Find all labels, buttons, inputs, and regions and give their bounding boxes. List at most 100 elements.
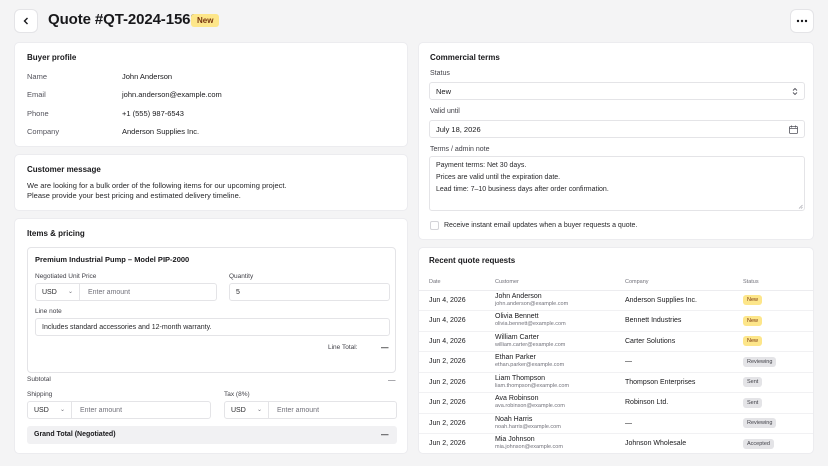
commercial-terms-title: Commercial terms: [430, 53, 500, 62]
terms-note-line: Payment terms: Net 30 days.: [436, 162, 527, 169]
column-header-customer: Customer: [485, 274, 615, 291]
customer-email: john.anderson@example.com: [495, 300, 569, 307]
table-row[interactable]: Jun 2, 2026 Liam Thompson liam.thompson@e…: [419, 372, 813, 393]
row-company: Bennett Industries: [615, 310, 733, 332]
customer-email: olivia.bennett@example.com: [495, 321, 566, 328]
status-badge: New: [743, 315, 763, 326]
more-horizontal-icon: [796, 19, 808, 23]
status-badge: Reviewing: [743, 418, 777, 429]
chevron-updown-icon: [792, 87, 798, 96]
grand-total-label: Grand Total (Negotiated): [34, 431, 116, 438]
customer-name: Liam Thompson: [495, 374, 546, 382]
tax-label: Tax (8%): [224, 391, 250, 398]
customer-message-title: Customer message: [27, 165, 101, 174]
row-status-cell: New: [733, 310, 813, 332]
subtotal-value: —: [388, 375, 396, 384]
recent-requests-card: Recent quote requests Date Customer Comp…: [418, 247, 814, 454]
terms-note-label: Terms / admin note: [430, 146, 490, 153]
row-status-cell: Accepted: [733, 433, 813, 453]
row-company: Anderson Supplies Inc.: [615, 290, 733, 311]
customer-name: John Anderson: [495, 292, 542, 300]
table-row[interactable]: Jun 2, 2026 Ava Robinson ava.robinson@exa…: [419, 392, 813, 414]
row-status-cell: New: [733, 290, 813, 311]
commercial-terms-card: Commercial terms Status New Valid until …: [418, 42, 814, 240]
customer-name: Ava Robinson: [495, 395, 539, 403]
grand-total-row: Grand Total (Negotiated) —: [27, 426, 397, 444]
row-company: Johnson Wholesale: [615, 433, 733, 453]
row-customer: Liam Thompson liam.thompson@example.com: [485, 372, 615, 393]
page-title: Quote #QT-2024-1568: [48, 11, 199, 28]
column-header-date: Date: [419, 274, 485, 291]
buyer-profile-title: Buyer profile: [27, 53, 77, 62]
buyer-email-value: john.anderson@example.com: [122, 90, 222, 99]
quantity-label: Quantity: [229, 273, 254, 280]
status-badge: New: [743, 336, 763, 347]
valid-until-input[interactable]: July 18, 2026: [429, 120, 805, 138]
status-badge: Sent: [743, 377, 763, 388]
back-button[interactable]: [14, 9, 38, 33]
row-customer: William Carter william.carter@example.com: [485, 331, 615, 352]
status-badge: New: [191, 14, 220, 27]
row-customer: Noah Harris noah.harris@example.com: [485, 413, 615, 434]
quantity-input[interactable]: 5: [229, 283, 390, 301]
shipping-currency-select[interactable]: USD ⌄: [28, 402, 72, 418]
status-badge: Sent: [743, 397, 763, 408]
terms-note-textarea[interactable]: Payment terms: Net 30 days. Prices are v…: [429, 156, 805, 211]
table-row[interactable]: Jun 2, 2026 Noah Harris noah.harris@examp…: [419, 413, 813, 434]
chevron-down-icon: ⌄: [59, 407, 65, 413]
row-date: Jun 2, 2026: [419, 351, 485, 373]
quantity-value: 5: [236, 289, 240, 296]
status-select[interactable]: New: [429, 82, 805, 100]
row-customer: John Anderson john.anderson@example.com: [485, 290, 615, 311]
row-status-cell: Sent: [733, 392, 813, 414]
customer-name: Olivia Bennett: [495, 313, 539, 321]
terms-note-line: Prices are valid until the expiration da…: [436, 174, 561, 181]
tax-currency-select[interactable]: USD ⌄: [225, 402, 269, 418]
customer-name: William Carter: [495, 333, 539, 341]
table-row[interactable]: Jun 4, 2026 William Carter william.carter…: [419, 331, 813, 352]
recent-requests-title: Recent quote requests: [429, 256, 516, 265]
row-company: Robinson Ltd.: [615, 392, 733, 414]
row-company: —: [615, 413, 733, 434]
row-date: Jun 4, 2026: [419, 290, 485, 311]
table-row[interactable]: Jun 2, 2026 Ethan Parker ethan.parker@exa…: [419, 351, 813, 373]
row-company: Carter Solutions: [615, 331, 733, 352]
table-row[interactable]: Jun 4, 2026 Olivia Bennett olivia.bennett…: [419, 310, 813, 332]
line-note-input[interactable]: Includes standard accessories and 12-mon…: [35, 318, 390, 336]
status-badge: Reviewing: [743, 356, 777, 367]
buyer-name-label: Name: [27, 72, 48, 81]
row-date: Jun 2, 2026: [419, 392, 485, 414]
tax-input[interactable]: USD ⌄ Enter amount: [224, 401, 397, 419]
customer-email: liam.thompson@example.com: [495, 382, 570, 389]
shipping-input[interactable]: USD ⌄ Enter amount: [27, 401, 211, 419]
product-name: Premium Industrial Pump – Model PIP-2000: [35, 255, 190, 264]
customer-name: Mia Johnson: [495, 436, 535, 444]
currency-value: USD: [42, 288, 57, 296]
buyer-name-value: John Anderson: [122, 72, 173, 81]
status-badge: Accepted: [743, 438, 774, 449]
resize-handle-icon[interactable]: [798, 204, 803, 209]
unit-price-currency-select[interactable]: USD ⌄: [36, 284, 80, 300]
line-note-label: Line note: [35, 308, 62, 315]
customer-message-line-1: We are looking for a bulk order of the f…: [27, 181, 287, 190]
terms-note-line: Lead time: 7–10 business days after orde…: [436, 186, 609, 193]
table-row[interactable]: Jun 2, 2026 Mia Johnson mia.johnson@examp…: [419, 433, 813, 453]
line-total-label: Line Total:: [328, 344, 358, 351]
row-status-cell: New: [733, 331, 813, 352]
shipping-placeholder: Enter amount: [80, 407, 123, 414]
shipping-label: Shipping: [27, 391, 53, 398]
table-row[interactable]: Jun 4, 2026 John Anderson john.anderson@e…: [419, 290, 813, 311]
customer-email: ethan.parker@example.com: [495, 362, 565, 369]
tax-placeholder: Enter amount: [277, 407, 320, 414]
line-note-value: Includes standard accessories and 12-mon…: [42, 324, 212, 331]
row-status-cell: Reviewing: [733, 413, 813, 434]
email-updates-checkbox[interactable]: [430, 221, 439, 230]
customer-email: william.carter@example.com: [495, 341, 566, 348]
more-options-button[interactable]: [790, 9, 814, 33]
top-bar: Quote #QT-2024-1568 New: [0, 0, 828, 40]
buyer-profile-card: Buyer profile Name John Anderson Email j…: [14, 42, 408, 147]
calendar-icon[interactable]: [789, 125, 798, 134]
buyer-company-label: Company: [27, 127, 60, 136]
unit-price-input[interactable]: USD ⌄ Enter amount: [35, 283, 217, 301]
row-date: Jun 2, 2026: [419, 433, 485, 453]
